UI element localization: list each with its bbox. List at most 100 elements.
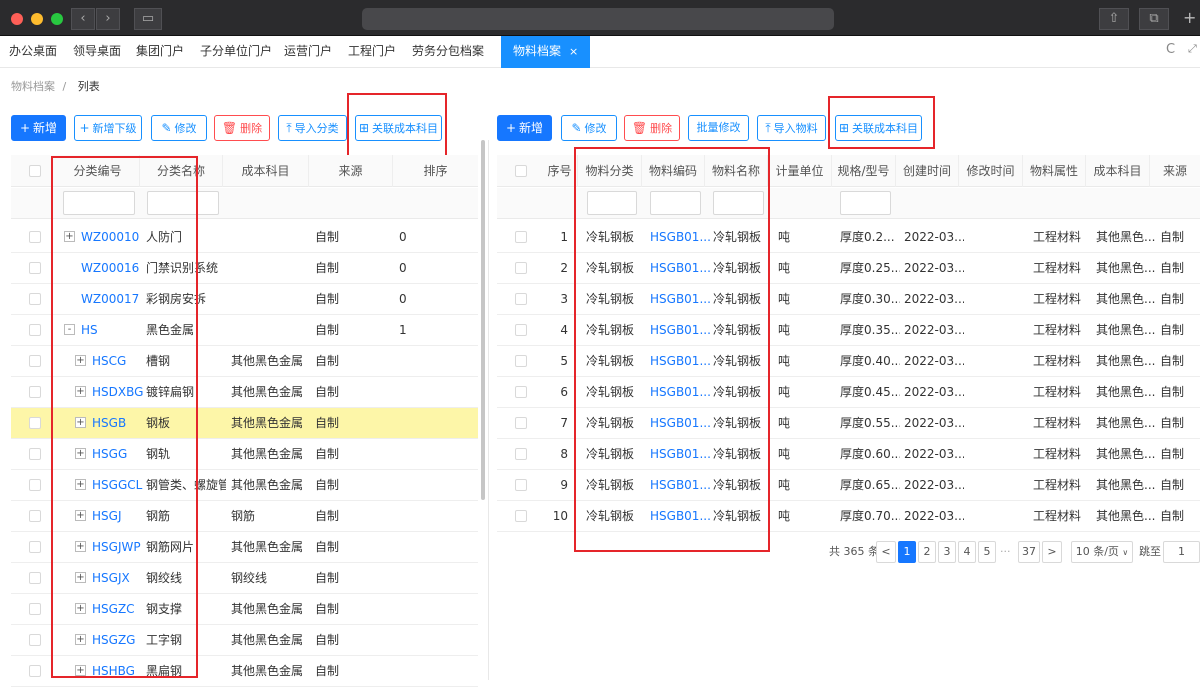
col-created-time[interactable]: 创建时间 <box>896 155 959 187</box>
expand-icon[interactable]: + <box>75 541 86 552</box>
maximize-window-button[interactable] <box>51 13 63 25</box>
add-category-button[interactable]: + 新增 <box>11 115 66 141</box>
material-row[interactable]: 1 冷轧钢板 HSGB01... 冷轧钢板吨厚度0.2... 2022-03... 工程材… <box>497 222 1200 253</box>
category-row[interactable]: + HSGGCL 钢管类、螺旋管 其他黑色金属 自制 <box>11 470 478 501</box>
material-row[interactable]: 5 冷轧钢板 HSGB01... 冷轧钢板吨厚度0.40... 2022-03... 工程… <box>497 346 1200 377</box>
category-row[interactable]: + HSGB 钢板 其他黑色金属 自制 <box>11 408 478 439</box>
material-row[interactable]: 9 冷轧钢板 HSGB01... 冷轧钢板吨厚度0.65... 2022-03... 工程… <box>497 470 1200 501</box>
add-material-button[interactable]: + 新增 <box>497 115 552 141</box>
category-row[interactable]: + HSGJX 钢绞线 钢绞线 自制 <box>11 563 478 594</box>
prev-page-button[interactable]: < <box>876 541 896 563</box>
category-code[interactable]: HSGG <box>92 439 143 470</box>
minimize-window-button[interactable] <box>31 13 43 25</box>
edit-category-button[interactable]: ✎ 修改 <box>151 115 207 141</box>
link-cost-subject-button-right[interactable]: ⊞ 关联成本科目 <box>835 115 922 141</box>
category-row[interactable]: - HS 黑色金属 自制 1 <box>11 315 478 346</box>
next-page-button[interactable]: > <box>1042 541 1062 563</box>
col-material-name[interactable]: 物料名称 <box>705 155 768 187</box>
category-row[interactable]: WZ00016 门禁识别系统 自制 0 <box>11 253 478 284</box>
col-category-code[interactable]: 分类编号 <box>56 155 140 187</box>
fullscreen-icon[interactable]: ⤢ <box>1188 42 1197 56</box>
row-checkbox[interactable] <box>29 262 41 274</box>
row-checkbox[interactable] <box>29 603 41 615</box>
tab-labor-subcontract[interactable]: 劳务分包档案 <box>412 36 484 68</box>
material-row[interactable]: 2 冷轧钢板 HSGB01... 冷轧钢板吨厚度0.25... 2022-03... 工程… <box>497 253 1200 284</box>
material-code[interactable]: HSGB01... <box>650 346 710 377</box>
page-4[interactable]: 4 <box>958 541 976 563</box>
forward-icon[interactable]: › <box>96 8 120 30</box>
row-checkbox[interactable] <box>29 386 41 398</box>
category-code[interactable]: HSHBG <box>92 656 143 687</box>
page-size-select[interactable]: 10 条/页 ∨ <box>1071 541 1133 563</box>
category-code[interactable]: WZ00010 <box>81 222 143 253</box>
expand-icon[interactable]: + <box>75 417 86 428</box>
row-checkbox[interactable] <box>515 417 527 429</box>
category-code[interactable]: HSCG <box>92 346 143 377</box>
material-code[interactable]: HSGB01... <box>650 222 710 253</box>
row-checkbox[interactable] <box>29 448 41 460</box>
category-row[interactable]: + HSDXBG 镀锌扁钢 其他黑色金属 自制 <box>11 377 478 408</box>
category-code[interactable]: HSGB <box>92 408 143 439</box>
material-row[interactable]: 7 冷轧钢板 HSGB01... 冷轧钢板吨厚度0.55... 2022-03... 工程… <box>497 408 1200 439</box>
col-modified-time[interactable]: 修改时间 <box>959 155 1023 187</box>
page-1[interactable]: 1 <box>898 541 916 563</box>
row-checkbox[interactable] <box>515 262 527 274</box>
row-checkbox[interactable] <box>515 479 527 491</box>
category-code[interactable]: HSGJ <box>92 501 143 532</box>
row-checkbox[interactable] <box>515 231 527 243</box>
category-row[interactable]: + HSCG 槽钢 其他黑色金属 自制 <box>11 346 478 377</box>
category-code[interactable]: HSGJX <box>92 563 143 594</box>
row-checkbox[interactable] <box>29 665 41 677</box>
material-row[interactable]: 4 冷轧钢板 HSGB01... 冷轧钢板吨厚度0.35... 2022-03... 工程… <box>497 315 1200 346</box>
tab-group-portal[interactable]: 集团门户 <box>136 36 184 68</box>
delete-material-button[interactable]: 🗑 删除 <box>624 115 680 141</box>
material-row[interactable]: 8 冷轧钢板 HSGB01... 冷轧钢板吨厚度0.60... 2022-03... 工程… <box>497 439 1200 470</box>
category-code[interactable]: HS <box>81 315 143 346</box>
row-checkbox[interactable] <box>29 355 41 367</box>
expand-icon[interactable]: + <box>75 448 86 459</box>
category-row[interactable]: WZ00017 彩钢房安拆 自制 0 <box>11 284 478 315</box>
material-category-filter[interactable] <box>587 191 637 215</box>
category-code[interactable]: WZ00016 <box>81 253 143 284</box>
material-code[interactable]: HSGB01... <box>650 377 710 408</box>
material-row[interactable]: 3 冷轧钢板 HSGB01... 冷轧钢板吨厚度0.30... 2022-03... 工程… <box>497 284 1200 315</box>
page-2[interactable]: 2 <box>918 541 936 563</box>
material-code-filter[interactable] <box>650 191 701 215</box>
page-last[interactable]: 37 <box>1018 541 1040 563</box>
expand-icon[interactable]: + <box>75 603 86 614</box>
row-checkbox[interactable] <box>515 324 527 336</box>
row-checkbox[interactable] <box>29 510 41 522</box>
row-checkbox[interactable] <box>515 355 527 367</box>
row-checkbox[interactable] <box>29 417 41 429</box>
tab-engineering-portal[interactable]: 工程门户 <box>348 36 396 68</box>
expand-icon[interactable]: + <box>75 355 86 366</box>
category-row[interactable]: + HSGJWP 钢筋网片 其他黑色金属 自制 <box>11 532 478 563</box>
row-checkbox[interactable] <box>29 541 41 553</box>
category-code[interactable]: HSGZG <box>92 625 143 656</box>
category-code-filter[interactable] <box>63 191 135 215</box>
material-row[interactable]: 6 冷轧钢板 HSGB01... 冷轧钢板吨厚度0.45... 2022-03... 工程… <box>497 377 1200 408</box>
col-unit[interactable]: 计量单位 <box>768 155 832 187</box>
col-cost-subject[interactable]: 成本科目 <box>223 155 309 187</box>
category-row[interactable]: + HSHBG 黑扁钢 其他黑色金属 自制 <box>11 656 478 687</box>
category-row[interactable]: + HSGG 钢轨 其他黑色金属 自制 <box>11 439 478 470</box>
share-icon[interactable]: ⇧ <box>1099 8 1129 30</box>
jump-page-input[interactable]: 1 <box>1163 541 1200 563</box>
delete-category-button[interactable]: 🗑 删除 <box>214 115 270 141</box>
select-all-checkbox[interactable] <box>29 165 41 177</box>
category-code[interactable]: HSGZC <box>92 594 143 625</box>
new-tab-icon[interactable]: + <box>1183 8 1200 30</box>
row-checkbox[interactable] <box>515 293 527 305</box>
collapse-icon[interactable]: - <box>64 324 75 335</box>
import-material-button[interactable]: ⤒ 导入物料 <box>757 115 826 141</box>
tab-office-desk[interactable]: 办公桌面 <box>9 36 57 68</box>
category-row[interactable]: + HSGZG 工字钢 其他黑色金属 自制 <box>11 625 478 656</box>
material-code[interactable]: HSGB01... <box>650 408 710 439</box>
edit-material-button[interactable]: ✎ 修改 <box>561 115 617 141</box>
tab-subunit-portal[interactable]: 子分单位门户 <box>200 36 272 68</box>
tab-leader-desk[interactable]: 领导桌面 <box>73 36 121 68</box>
col-material-source[interactable]: 来源 <box>1150 155 1200 187</box>
row-checkbox[interactable] <box>29 231 41 243</box>
category-row[interactable]: + WZ00010 人防门 自制 0 <box>11 222 478 253</box>
material-name-filter[interactable] <box>713 191 764 215</box>
